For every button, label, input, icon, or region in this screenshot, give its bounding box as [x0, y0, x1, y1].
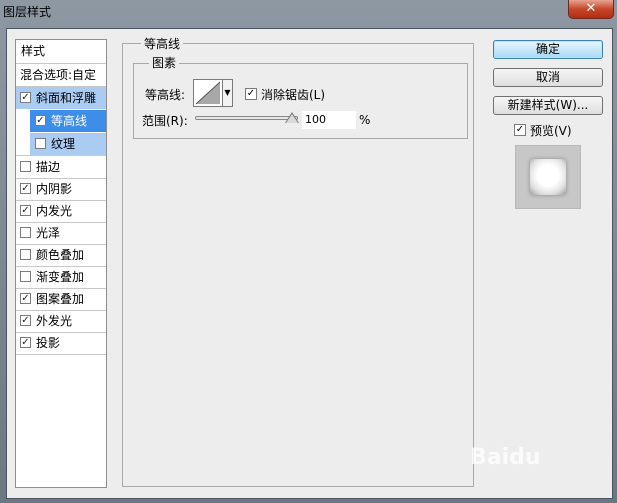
- outer-glow-checkbox[interactable]: ✓: [20, 315, 31, 326]
- style-item-inner-glow[interactable]: ✓ 内发光: [16, 200, 106, 222]
- ok-button[interactable]: 确定: [493, 40, 603, 59]
- inner-shadow-checkbox[interactable]: ✓: [20, 183, 31, 194]
- style-item-label: 内发光: [36, 204, 73, 218]
- styles-list: 样式 混合选项:自定 ✓ 斜面和浮雕 ✓ 等高线 纹理 描边 ✓ 内阴影 ✓ 内…: [15, 39, 107, 488]
- preview-checkbox[interactable]: ✓: [514, 124, 526, 136]
- contour-picker[interactable]: [193, 79, 223, 107]
- style-item-label: 渐变叠加: [36, 270, 85, 284]
- drop-shadow-checkbox[interactable]: ✓: [20, 337, 31, 348]
- texture-checkbox[interactable]: [35, 138, 46, 149]
- range-unit: %: [359, 113, 371, 127]
- style-item-bevel-emboss[interactable]: ✓ 斜面和浮雕: [16, 87, 106, 109]
- blend-options-label: 混合选项:自定: [20, 68, 97, 82]
- style-item-drop-shadow[interactable]: ✓ 投影: [16, 332, 106, 354]
- styles-header[interactable]: 样式: [16, 40, 106, 62]
- style-item-texture[interactable]: 纹理: [30, 133, 106, 155]
- stroke-checkbox[interactable]: [20, 161, 31, 172]
- contour-checkbox[interactable]: ✓: [35, 115, 46, 126]
- divider: [16, 354, 106, 355]
- preview-thumbnail: [530, 159, 566, 195]
- style-item-label: 等高线: [51, 114, 88, 128]
- close-button[interactable]: ✕: [568, 0, 614, 19]
- style-item-label: 内阴影: [36, 182, 73, 196]
- preview-label: 预览(V): [530, 124, 572, 138]
- style-item-label: 光泽: [36, 226, 61, 240]
- style-item-gradient-overlay[interactable]: 渐变叠加: [16, 266, 106, 288]
- style-item-contour[interactable]: ✓ 等高线: [30, 110, 106, 132]
- range-label: 范围(R):: [142, 114, 188, 128]
- pattern-overlay-checkbox[interactable]: ✓: [20, 293, 31, 304]
- elements-group-title: 图素: [149, 54, 180, 71]
- new-style-button[interactable]: 新建样式(W)...: [493, 96, 603, 115]
- range-slider[interactable]: [195, 116, 298, 120]
- style-item-label: 描边: [36, 160, 61, 174]
- antialias-label: 消除锯齿(L): [261, 88, 326, 102]
- style-item-inner-shadow[interactable]: ✓ 内阴影: [16, 178, 106, 200]
- range-slider-handle-fill: [286, 114, 298, 123]
- chevron-down-icon: ▼: [224, 88, 231, 97]
- style-item-satin[interactable]: 光泽: [16, 222, 106, 244]
- contour-dropdown-button[interactable]: ▼: [223, 79, 233, 107]
- color-overlay-checkbox[interactable]: [20, 249, 31, 260]
- style-item-label: 图案叠加: [36, 292, 85, 306]
- contour-curve-icon: [195, 81, 221, 105]
- style-item-label: 纹理: [51, 137, 76, 151]
- gradient-overlay-checkbox[interactable]: [20, 271, 31, 282]
- style-preview: [515, 145, 581, 209]
- contour-section-title: 等高线: [141, 35, 184, 52]
- dialog-body: 样式 混合选项:自定 ✓ 斜面和浮雕 ✓ 等高线 纹理 描边 ✓ 内阴影 ✓ 内…: [6, 28, 613, 499]
- style-item-outer-glow[interactable]: ✓ 外发光: [16, 310, 106, 332]
- style-item-pattern-overlay[interactable]: ✓ 图案叠加: [16, 288, 106, 310]
- title-bar: 图层样式 ✕: [0, 0, 617, 22]
- antialias-checkbox[interactable]: ✓: [245, 88, 257, 100]
- bevel-emboss-checkbox[interactable]: ✓: [20, 92, 31, 103]
- blend-options-item[interactable]: 混合选项:自定: [16, 64, 106, 86]
- style-item-stroke[interactable]: 描边: [16, 156, 106, 178]
- style-item-color-overlay[interactable]: 颜色叠加: [16, 244, 106, 266]
- style-item-label: 投影: [36, 336, 61, 350]
- layer-style-dialog: 图层样式 ✕ 样式 混合选项:自定 ✓ 斜面和浮雕 ✓ 等高线 纹理 描边 ✓ …: [0, 0, 617, 503]
- cancel-button[interactable]: 取消: [493, 68, 603, 87]
- contour-label: 等高线:: [145, 88, 186, 102]
- range-input[interactable]: 100: [302, 111, 356, 129]
- style-item-label: 斜面和浮雕: [36, 91, 97, 105]
- window-title: 图层样式: [3, 5, 52, 19]
- style-item-label: 外发光: [36, 314, 73, 328]
- close-icon: ✕: [585, 1, 597, 16]
- inner-glow-checkbox[interactable]: ✓: [20, 205, 31, 216]
- style-item-label: 颜色叠加: [36, 248, 85, 262]
- satin-checkbox[interactable]: [20, 227, 31, 238]
- watermark-logo: Baidu: [470, 445, 541, 470]
- styles-header-label: 样式: [21, 44, 46, 58]
